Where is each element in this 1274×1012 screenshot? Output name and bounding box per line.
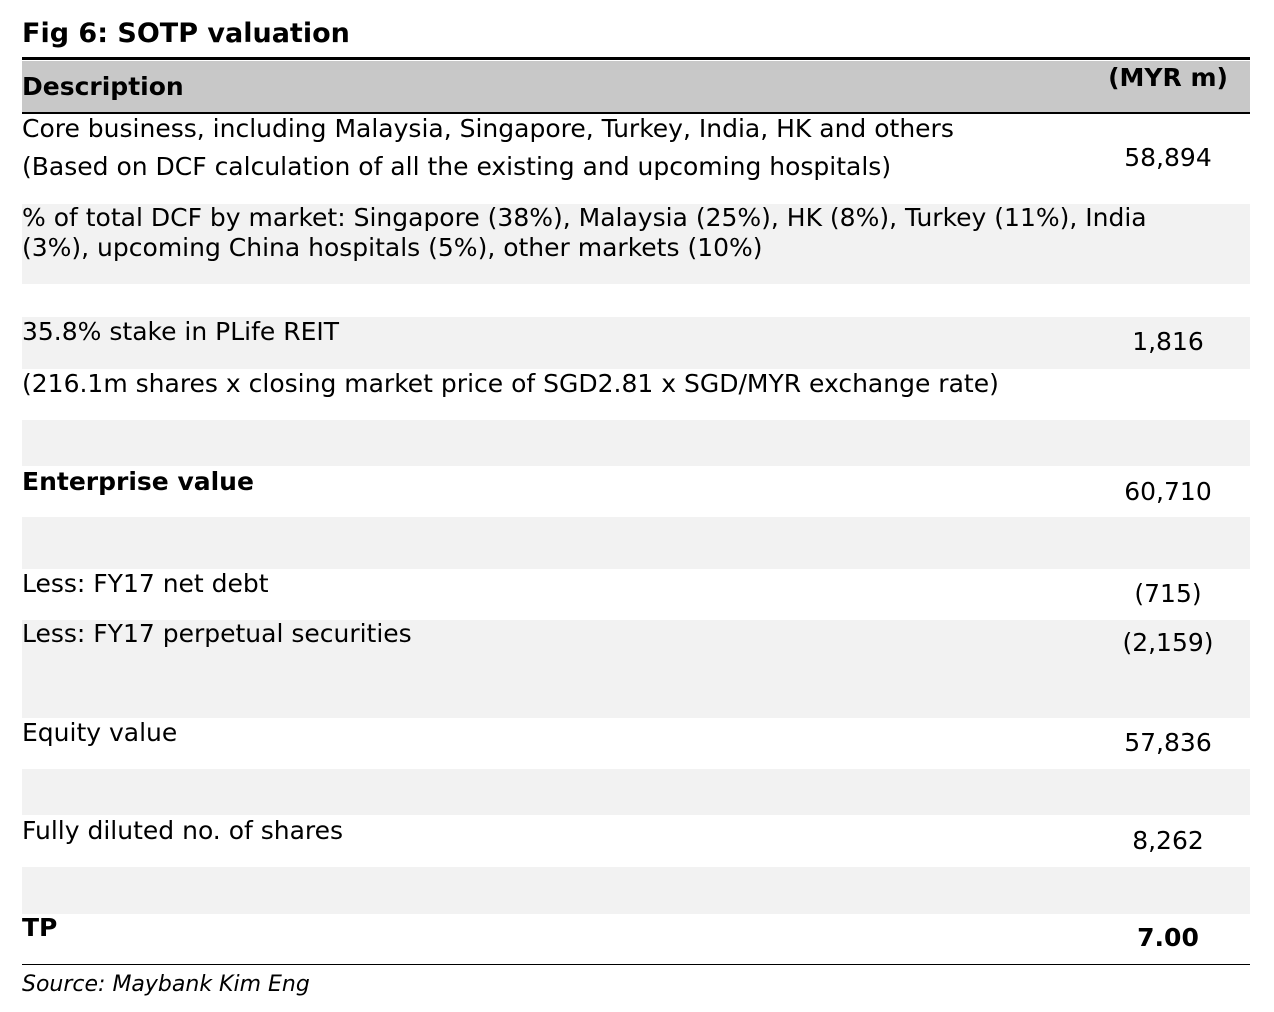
row-value: 60,710: [1124, 477, 1212, 506]
row-label: (3%), upcoming China hospitals (5%), oth…: [22, 233, 763, 262]
row-value: 57,836: [1124, 728, 1212, 757]
row-value: 7.00: [1137, 923, 1199, 952]
row-value: 8,262: [1132, 826, 1204, 855]
row-label: Less: FY17 perpetual securities: [22, 619, 412, 648]
row-band: [22, 517, 1250, 569]
row-value: (2,159): [1122, 628, 1214, 657]
row-value: (715): [1134, 579, 1202, 608]
row-label: Less: FY17 net debt: [22, 569, 269, 598]
row-label: 35.8% stake in PLife REIT: [22, 317, 340, 346]
table-header: [22, 61, 1250, 112]
row-label: TP: [22, 913, 58, 942]
row-label: Core business, including Malaysia, Singa…: [22, 114, 954, 143]
header-description: Description: [22, 72, 184, 101]
row-band: [22, 769, 1250, 815]
row-value: 58,894: [1124, 143, 1212, 172]
source-note: Source: Maybank Kim Eng: [22, 972, 310, 997]
row-label: Equity value: [22, 718, 178, 747]
figure-title: Fig 6: SOTP valuation: [22, 18, 350, 49]
top-rule: [22, 57, 1250, 60]
row-label: (216.1m shares x closing market price of…: [22, 369, 999, 398]
row-band: [22, 420, 1250, 466]
header-unit: (MYR m): [1108, 63, 1228, 92]
row-label: (Based on DCF calculation of all the exi…: [22, 152, 892, 181]
row-value: 1,816: [1132, 327, 1204, 356]
row-label: Fully diluted no. of shares: [22, 816, 344, 845]
bottom-rule: [22, 964, 1250, 965]
row-band: [22, 867, 1250, 914]
row-label: Enterprise value: [22, 467, 254, 496]
row-label: % of total DCF by market: Singapore (38%…: [22, 203, 1147, 232]
